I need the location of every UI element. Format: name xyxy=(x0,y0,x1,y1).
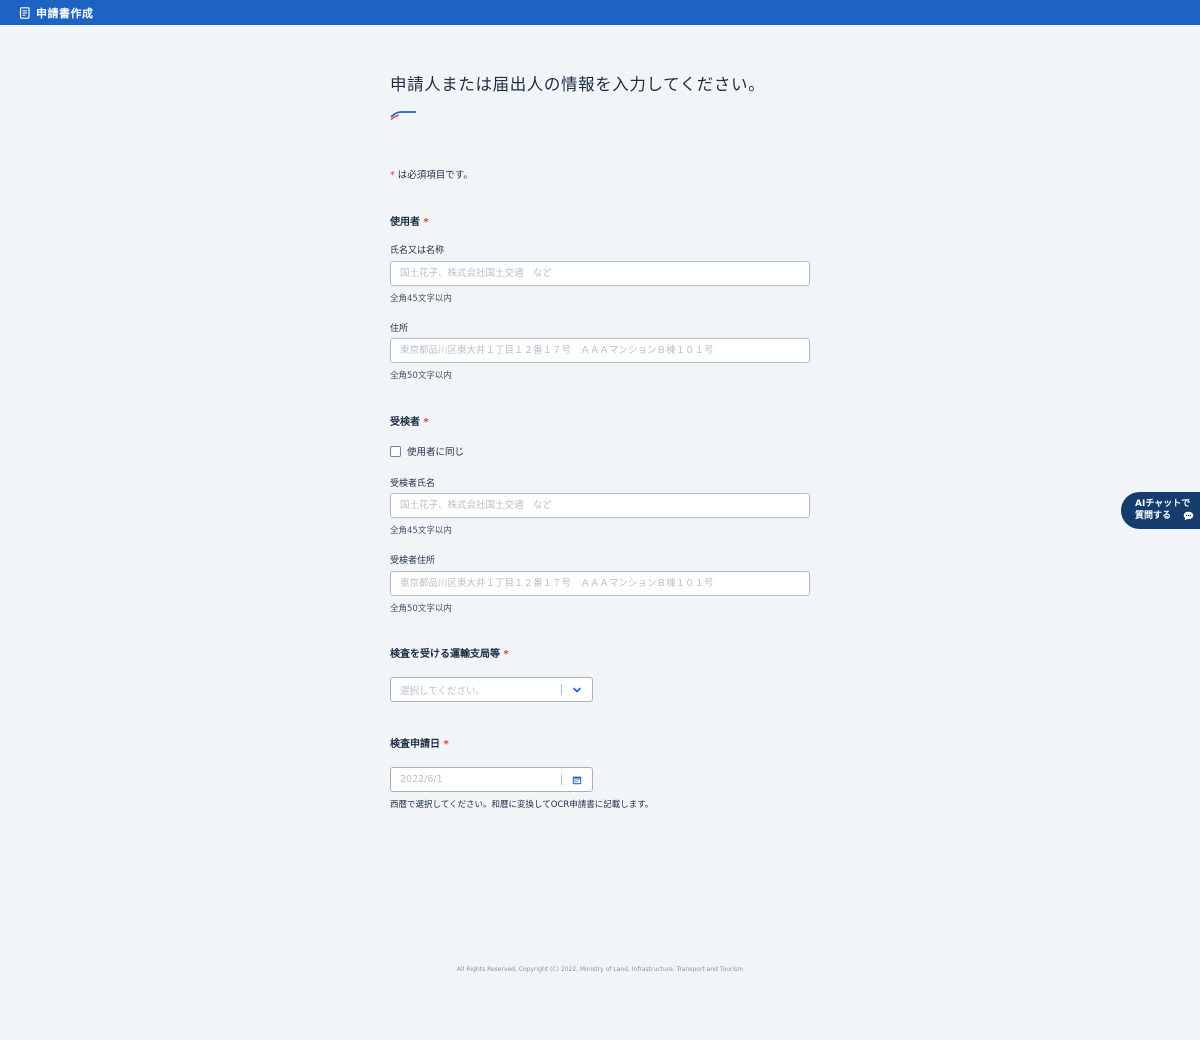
user-address-input[interactable] xyxy=(390,338,810,363)
transport-office-select-placeholder: 選択してください。 xyxy=(400,685,485,697)
user-name-input[interactable] xyxy=(390,261,810,286)
examinee-address-input[interactable] xyxy=(390,571,810,596)
footer-copyright: All Rights Reserved, Copyright (C) 2022,… xyxy=(456,966,744,973)
user-name-label: 氏名又は名称 xyxy=(390,246,445,256)
required-marker: * xyxy=(423,217,429,228)
required-marker: * xyxy=(390,170,395,181)
chat-button-line1: AIチャットで xyxy=(1135,499,1191,509)
ai-chat-button[interactable]: AIチャットで 質問する xyxy=(1121,492,1200,529)
examinee-heading-text: 受検者 xyxy=(390,417,420,428)
chat-bubble-icon xyxy=(1183,511,1194,521)
calendar-icon[interactable] xyxy=(562,775,592,785)
inspection-date-placeholder: 2022/6/1 xyxy=(400,774,443,785)
inspection-date-heading-text: 検査申請日 xyxy=(390,739,440,750)
transport-office-select[interactable]: 選択してください。 xyxy=(390,677,593,702)
examinee-address-label: 受検者住所 xyxy=(390,556,436,566)
examinee-name-hint: 全角45文字以内 xyxy=(390,526,452,536)
required-marker: * xyxy=(423,417,429,428)
inspection-date-input[interactable]: 2022/6/1 xyxy=(390,767,593,792)
document-icon xyxy=(19,6,31,19)
required-marker: * xyxy=(443,739,449,750)
user-name-hint: 全角45文字以内 xyxy=(390,294,452,304)
transport-office-heading-text: 検査を受ける運輸支局等 xyxy=(390,649,500,660)
same-as-user-checkbox[interactable] xyxy=(390,445,401,457)
transport-office-heading: 検査を受ける運輸支局等 * xyxy=(390,645,509,660)
chevron-down-icon[interactable] xyxy=(562,685,592,695)
examinee-section-heading: 受検者 * xyxy=(390,413,429,428)
user-heading-text: 使用者 xyxy=(390,217,420,228)
user-address-hint: 全角50文字以内 xyxy=(390,371,452,381)
inspection-date-heading: 検査申請日 * xyxy=(390,735,449,750)
header-title: 申請書作成 xyxy=(36,6,94,20)
required-note-text: は必須項目です。 xyxy=(397,170,473,181)
user-section-heading: 使用者 * xyxy=(390,213,429,228)
page-title: 申請人または届出人の情報を入力してください。 xyxy=(390,75,766,94)
examinee-name-input[interactable] xyxy=(390,493,810,518)
examinee-name-label: 受検者氏名 xyxy=(390,479,436,489)
same-as-user-checkbox-row[interactable]: 使用者に同じ xyxy=(390,444,464,458)
examinee-address-hint: 全角50文字以内 xyxy=(390,604,452,614)
same-as-user-label[interactable]: 使用者に同じ xyxy=(407,444,464,458)
user-address-label: 住所 xyxy=(390,324,409,334)
inspection-date-hint: 西暦で選択してください。和暦に変換してOCR申請書に記載します。 xyxy=(390,800,654,810)
chat-button-line2: 質問する xyxy=(1135,511,1172,521)
required-note: * は必須項目です。 xyxy=(390,167,473,181)
app-header: 申請書作成 xyxy=(0,0,1200,25)
title-decoration xyxy=(390,106,418,120)
required-marker: * xyxy=(503,649,509,660)
